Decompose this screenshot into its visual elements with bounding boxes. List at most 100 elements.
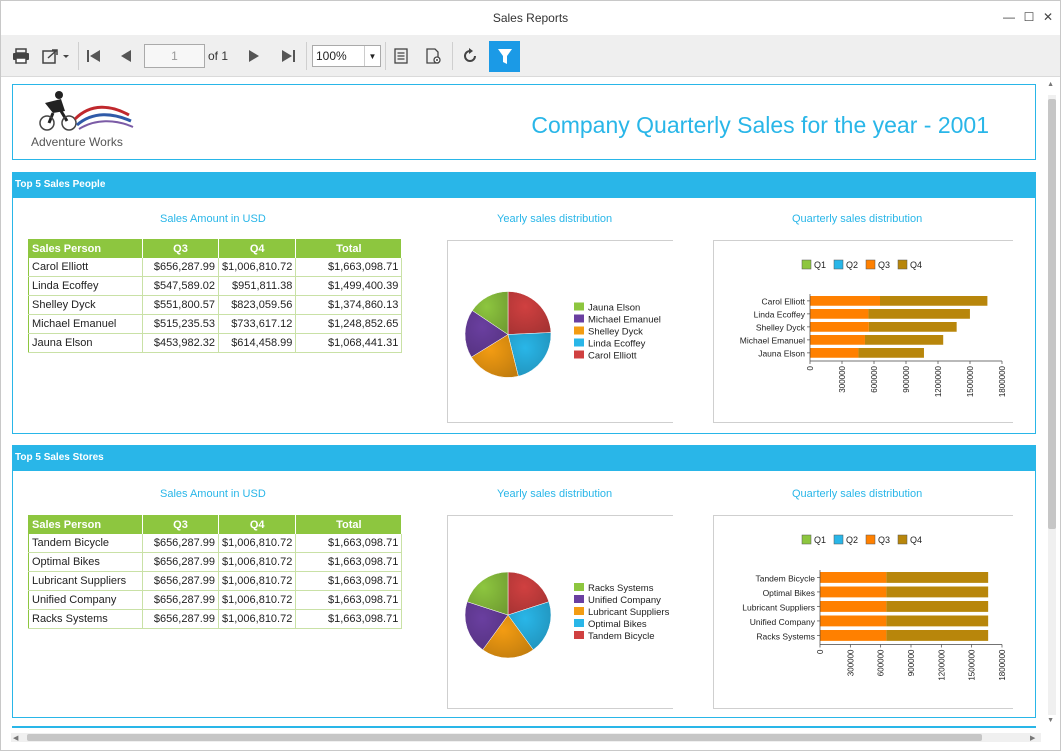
- category-label: Optimal Bikes: [763, 588, 815, 598]
- print-button[interactable]: [9, 43, 33, 69]
- scrollbar-thumb[interactable]: [27, 734, 982, 741]
- bar-segment[interactable]: [810, 348, 859, 358]
- column-header[interactable]: Sales Person: [28, 515, 143, 534]
- bar-segment[interactable]: [858, 348, 924, 358]
- pie-chart: Jauna ElsonMichael EmanuelShelley DyckLi…: [464, 291, 661, 378]
- page-settings-icon: [426, 47, 441, 64]
- filter-button[interactable]: [489, 41, 520, 72]
- bar-segment[interactable]: [820, 615, 887, 627]
- column-header[interactable]: Total: [295, 239, 403, 258]
- bar-segment[interactable]: [886, 615, 989, 627]
- next-page-button[interactable]: [243, 43, 265, 69]
- tick-label: 600000: [870, 365, 879, 392]
- bar-segment[interactable]: [880, 296, 988, 306]
- bar-segment[interactable]: [820, 586, 887, 598]
- scrollbar-thumb[interactable]: [1048, 99, 1056, 529]
- sales-table: Sales Person Q3 Q4 Total Tandem Bicycle $…: [28, 515, 403, 629]
- column-header[interactable]: Q3: [142, 515, 219, 534]
- bar-segment[interactable]: [886, 586, 989, 598]
- cell-total: $1,663,098.71: [295, 552, 403, 572]
- legend-swatch: [574, 595, 584, 603]
- section-top-sales-people: Top 5 Sales People Sales Amount in USD Y…: [12, 172, 1036, 434]
- category-label: Carol Elliott: [762, 296, 806, 306]
- scroll-left-icon[interactable]: ◀: [13, 734, 18, 742]
- page-setup-button[interactable]: [390, 43, 412, 69]
- bar-segment[interactable]: [868, 309, 970, 319]
- horizontal-scrollbar[interactable]: [11, 733, 1041, 742]
- section-divider: [12, 726, 1036, 728]
- scroll-down-icon[interactable]: ▼: [1047, 717, 1054, 724]
- cell-name: Unified Company: [28, 590, 143, 610]
- bar-segment[interactable]: [810, 322, 869, 332]
- refresh-icon: [464, 48, 476, 62]
- bar-segment[interactable]: [886, 572, 989, 583]
- bar-chart-frame: Q1 Q2 Q3 Q4 Tandem Bicycle Optimal Bikes Lubri…: [713, 515, 1013, 709]
- cell-q3: $547,589.02: [142, 276, 219, 296]
- scroll-right-icon[interactable]: ▶: [1030, 734, 1035, 742]
- minimize-icon[interactable]: —: [1001, 9, 1017, 25]
- column-header[interactable]: Q4: [218, 515, 297, 534]
- toolbar-separator: [385, 42, 386, 70]
- cell-name: Michael Emanuel: [28, 314, 143, 334]
- first-page-button[interactable]: [83, 43, 105, 69]
- tick-label: 1500000: [968, 649, 977, 681]
- legend-swatch: [574, 314, 584, 323]
- export-button[interactable]: [39, 43, 73, 69]
- page-settings-button[interactable]: [423, 43, 445, 69]
- bar-segment[interactable]: [820, 630, 887, 641]
- bar-segment[interactable]: [864, 335, 944, 345]
- last-page-button[interactable]: [277, 43, 299, 69]
- cell-q4: $1,006,810.72: [218, 533, 297, 553]
- page-number-input[interactable]: 1: [144, 44, 205, 68]
- cell-name: Racks Systems: [28, 609, 143, 629]
- cell-q3: $656,287.99: [142, 257, 219, 277]
- bar-segment[interactable]: [886, 630, 989, 641]
- column-header[interactable]: Q4: [218, 239, 297, 258]
- legend-swatch: [574, 338, 584, 347]
- report-header: Adventure Works Company Quarterly Sales …: [12, 84, 1036, 160]
- chevron-down-icon[interactable]: ▼: [364, 46, 380, 66]
- scroll-up-icon[interactable]: ▲: [1047, 81, 1054, 88]
- cell-q4: $1,006,810.72: [218, 257, 297, 277]
- maximize-icon[interactable]: ☐: [1021, 9, 1037, 25]
- bar-segment[interactable]: [810, 335, 865, 345]
- legend-label: Q2: [846, 535, 858, 545]
- first-page-icon: [87, 50, 100, 62]
- tick-label: 1800000: [998, 649, 1007, 681]
- table-row: Unified Company $656,287.99 $1,006,810.72 $…: [28, 590, 403, 610]
- bar-segment[interactable]: [810, 296, 881, 306]
- legend-label: Racks Systems: [588, 583, 654, 594]
- last-page-icon: [282, 50, 295, 62]
- previous-page-button[interactable]: [115, 43, 137, 69]
- cell-q4: $823,059.56: [218, 295, 297, 315]
- tick-label: 300000: [846, 649, 855, 676]
- refresh-button[interactable]: [458, 43, 482, 69]
- bar-segment[interactable]: [886, 601, 989, 612]
- pie-chart: Racks SystemsUnified CompanyLubricant Su…: [464, 571, 670, 659]
- table-row: Linda Ecoffey $547,589.02 $951,811.38 $1,49…: [28, 276, 403, 296]
- bar-segment[interactable]: [820, 601, 887, 612]
- cell-total: $1,663,098.71: [295, 590, 403, 610]
- bar-segment[interactable]: [810, 309, 869, 319]
- zoom-select[interactable]: 100% ▼: [312, 45, 381, 67]
- cell-name: Carol Elliott: [28, 257, 143, 277]
- cell-name: Shelley Dyck: [28, 295, 143, 315]
- column-header[interactable]: Q3: [142, 239, 219, 258]
- bar-segment[interactable]: [820, 572, 887, 583]
- section-title: Top 5 Sales Stores: [12, 445, 1036, 471]
- table-row: Carol Elliott $656,287.99 $1,006,810.72 $1,…: [28, 257, 403, 277]
- column-header[interactable]: Sales Person: [28, 239, 143, 258]
- column-header[interactable]: Total: [295, 515, 403, 534]
- document-icon: [394, 48, 408, 64]
- bar-segment[interactable]: [868, 322, 957, 332]
- pie-slice[interactable]: [507, 291, 552, 335]
- table-row: Shelley Dyck $551,800.57 $823,059.56 $1,374…: [28, 295, 403, 315]
- bar-chart: Q1 Q2 Q3 Q4 Tandem Bicycle Optimal Bikes Lubri…: [742, 534, 1007, 681]
- close-icon[interactable]: ✕: [1040, 9, 1056, 25]
- cell-total: $1,068,441.31: [295, 333, 403, 353]
- legend-label: Q1: [814, 535, 826, 545]
- cell-name: Jauna Elson: [28, 333, 143, 353]
- tick-label: 900000: [907, 649, 916, 676]
- vertical-scrollbar[interactable]: [1048, 95, 1056, 715]
- legend-label: Q1: [814, 260, 826, 270]
